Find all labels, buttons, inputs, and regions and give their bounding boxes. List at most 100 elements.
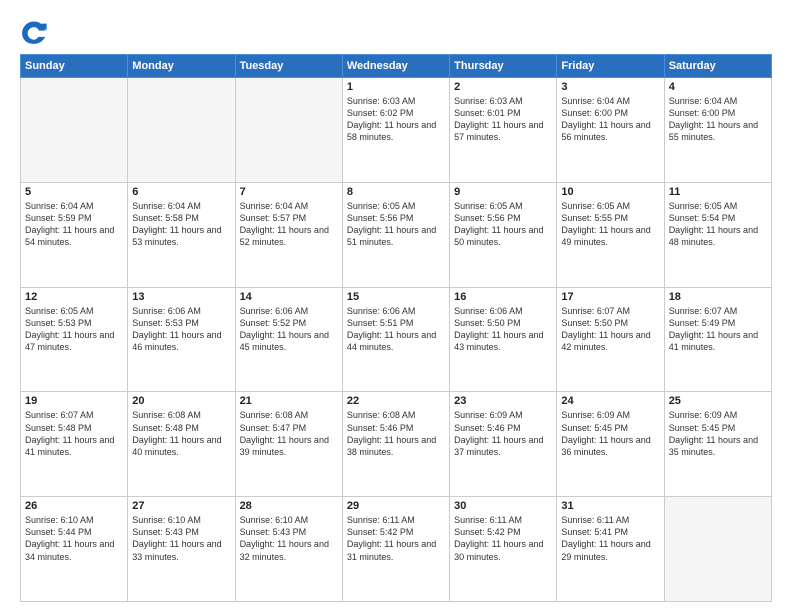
cell-info: Sunrise: 6:05 AMSunset: 5:55 PMDaylight:… xyxy=(561,200,659,249)
calendar-header-sunday: Sunday xyxy=(21,55,128,78)
calendar-cell: 24 Sunrise: 6:09 AMSunset: 5:45 PMDayligh… xyxy=(557,392,664,497)
calendar-cell: 27 Sunrise: 6:10 AMSunset: 5:43 PMDayligh… xyxy=(128,497,235,602)
calendar-cell: 23Sunrise: 6:09 AMSunset: 5:46 PMDayligh… xyxy=(450,392,557,497)
day-number: 25 xyxy=(669,395,767,407)
calendar-cell: 6 Sunrise: 6:04 AMSunset: 5:58 PMDaylight… xyxy=(128,182,235,287)
calendar-header-saturday: Saturday xyxy=(664,55,771,78)
cell-info: Sunrise: 6:05 AMSunset: 5:54 PMDaylight:… xyxy=(669,200,767,249)
day-number: 30 xyxy=(454,500,552,512)
calendar-week-3: 19 Sunrise: 6:07 AMSunset: 5:48 PMDayligh… xyxy=(21,392,772,497)
calendar-cell xyxy=(21,78,128,183)
day-number: 22 xyxy=(347,395,445,407)
calendar-cell: 22 Sunrise: 6:08 AMSunset: 5:46 PMDayligh… xyxy=(342,392,449,497)
cell-info: Sunrise: 6:08 AMSunset: 5:47 PMDaylight:… xyxy=(240,409,338,458)
calendar-cell: 3 Sunrise: 6:04 AMSunset: 6:00 PMDaylight… xyxy=(557,78,664,183)
calendar-cell: 7 Sunrise: 6:04 AMSunset: 5:57 PMDaylight… xyxy=(235,182,342,287)
day-number: 15 xyxy=(347,291,445,303)
cell-info: Sunrise: 6:05 AMSunset: 5:56 PMDaylight:… xyxy=(347,200,445,249)
calendar-week-1: 5Sunrise: 6:04 AMSunset: 5:59 PMDaylight… xyxy=(21,182,772,287)
calendar-week-2: 12 Sunrise: 6:05 AMSunset: 5:53 PMDayligh… xyxy=(21,287,772,392)
day-number: 29 xyxy=(347,500,445,512)
calendar-cell: 28 Sunrise: 6:10 AMSunset: 5:43 PMDayligh… xyxy=(235,497,342,602)
logo-icon xyxy=(20,18,48,46)
day-number: 1 xyxy=(347,81,445,93)
day-number: 3 xyxy=(561,81,659,93)
cell-info: Sunrise: 6:09 AMSunset: 5:45 PMDaylight:… xyxy=(561,409,659,458)
cell-info: Sunrise: 6:07 AMSunset: 5:49 PMDaylight:… xyxy=(669,305,767,354)
calendar-cell: 4 Sunrise: 6:04 AMSunset: 6:00 PMDaylight… xyxy=(664,78,771,183)
calendar-header-thursday: Thursday xyxy=(450,55,557,78)
day-number: 18 xyxy=(669,291,767,303)
calendar-cell: 18 Sunrise: 6:07 AMSunset: 5:49 PMDayligh… xyxy=(664,287,771,392)
day-number: 7 xyxy=(240,186,338,198)
calendar-header-friday: Friday xyxy=(557,55,664,78)
cell-info: Sunrise: 6:08 AMSunset: 5:46 PMDaylight:… xyxy=(347,409,445,458)
day-number: 10 xyxy=(561,186,659,198)
calendar-cell: 1 Sunrise: 6:03 AMSunset: 6:02 PMDaylight… xyxy=(342,78,449,183)
day-number: 4 xyxy=(669,81,767,93)
calendar-cell: 5Sunrise: 6:04 AMSunset: 5:59 PMDaylight… xyxy=(21,182,128,287)
calendar-cell: 31 Sunrise: 6:11 AMSunset: 5:41 PMDayligh… xyxy=(557,497,664,602)
day-number: 5 xyxy=(25,186,123,198)
day-number: 11 xyxy=(669,186,767,198)
cell-info: Sunrise: 6:05 AMSunset: 5:53 PMDaylight:… xyxy=(25,305,123,354)
calendar-cell: 29Sunrise: 6:11 AMSunset: 5:42 PMDayligh… xyxy=(342,497,449,602)
calendar-cell xyxy=(664,497,771,602)
day-number: 12 xyxy=(25,291,123,303)
day-number: 8 xyxy=(347,186,445,198)
calendar-cell: 26 Sunrise: 6:10 AMSunset: 5:44 PMDayligh… xyxy=(21,497,128,602)
calendar-cell: 13Sunrise: 6:06 AMSunset: 5:53 PMDayligh… xyxy=(128,287,235,392)
cell-info: Sunrise: 6:04 AMSunset: 5:58 PMDaylight:… xyxy=(132,200,230,249)
calendar-cell: 14Sunrise: 6:06 AMSunset: 5:52 PMDayligh… xyxy=(235,287,342,392)
cell-info: Sunrise: 6:04 AMSunset: 5:57 PMDaylight:… xyxy=(240,200,338,249)
cell-info: Sunrise: 6:05 AMSunset: 5:56 PMDaylight:… xyxy=(454,200,552,249)
cell-info: Sunrise: 6:10 AMSunset: 5:43 PMDaylight:… xyxy=(132,514,230,563)
day-number: 2 xyxy=(454,81,552,93)
day-number: 17 xyxy=(561,291,659,303)
calendar-cell xyxy=(235,78,342,183)
day-number: 26 xyxy=(25,500,123,512)
calendar-cell: 25 Sunrise: 6:09 AMSunset: 5:45 PMDayligh… xyxy=(664,392,771,497)
calendar-cell: 2Sunrise: 6:03 AMSunset: 6:01 PMDaylight… xyxy=(450,78,557,183)
cell-info: Sunrise: 6:07 AMSunset: 5:50 PMDaylight:… xyxy=(561,305,659,354)
day-number: 20 xyxy=(132,395,230,407)
day-number: 24 xyxy=(561,395,659,407)
calendar-cell: 21 Sunrise: 6:08 AMSunset: 5:47 PMDayligh… xyxy=(235,392,342,497)
cell-info: Sunrise: 6:11 AMSunset: 5:41 PMDaylight:… xyxy=(561,514,659,563)
day-number: 14 xyxy=(240,291,338,303)
calendar-header-tuesday: Tuesday xyxy=(235,55,342,78)
day-number: 27 xyxy=(132,500,230,512)
calendar-header-wednesday: Wednesday xyxy=(342,55,449,78)
cell-info: Sunrise: 6:04 AMSunset: 6:00 PMDaylight:… xyxy=(561,95,659,144)
day-number: 19 xyxy=(25,395,123,407)
cell-info: Sunrise: 6:10 AMSunset: 5:43 PMDaylight:… xyxy=(240,514,338,563)
calendar-cell: 8 Sunrise: 6:05 AMSunset: 5:56 PMDaylight… xyxy=(342,182,449,287)
cell-info: Sunrise: 6:03 AMSunset: 6:02 PMDaylight:… xyxy=(347,95,445,144)
calendar-week-4: 26 Sunrise: 6:10 AMSunset: 5:44 PMDayligh… xyxy=(21,497,772,602)
cell-info: Sunrise: 6:10 AMSunset: 5:44 PMDaylight:… xyxy=(25,514,123,563)
day-number: 16 xyxy=(454,291,552,303)
day-number: 21 xyxy=(240,395,338,407)
calendar-cell: 17 Sunrise: 6:07 AMSunset: 5:50 PMDayligh… xyxy=(557,287,664,392)
cell-info: Sunrise: 6:09 AMSunset: 5:45 PMDaylight:… xyxy=(669,409,767,458)
header xyxy=(20,18,772,46)
cell-info: Sunrise: 6:07 AMSunset: 5:48 PMDaylight:… xyxy=(25,409,123,458)
cell-info: Sunrise: 6:04 AMSunset: 6:00 PMDaylight:… xyxy=(669,95,767,144)
logo xyxy=(20,18,54,46)
day-number: 13 xyxy=(132,291,230,303)
page: SundayMondayTuesdayWednesdayThursdayFrid… xyxy=(0,0,792,612)
day-number: 31 xyxy=(561,500,659,512)
cell-info: Sunrise: 6:09 AMSunset: 5:46 PMDaylight:… xyxy=(454,409,552,458)
calendar-header-monday: Monday xyxy=(128,55,235,78)
calendar-cell: 12 Sunrise: 6:05 AMSunset: 5:53 PMDayligh… xyxy=(21,287,128,392)
calendar-cell: 30 Sunrise: 6:11 AMSunset: 5:42 PMDayligh… xyxy=(450,497,557,602)
calendar-cell: 11 Sunrise: 6:05 AMSunset: 5:54 PMDayligh… xyxy=(664,182,771,287)
cell-info: Sunrise: 6:11 AMSunset: 5:42 PMDaylight:… xyxy=(454,514,552,563)
cell-info: Sunrise: 6:06 AMSunset: 5:51 PMDaylight:… xyxy=(347,305,445,354)
day-number: 6 xyxy=(132,186,230,198)
calendar-table: SundayMondayTuesdayWednesdayThursdayFrid… xyxy=(20,54,772,602)
calendar-cell: 15 Sunrise: 6:06 AMSunset: 5:51 PMDayligh… xyxy=(342,287,449,392)
calendar-cell: 10 Sunrise: 6:05 AMSunset: 5:55 PMDayligh… xyxy=(557,182,664,287)
calendar-cell: 9Sunrise: 6:05 AMSunset: 5:56 PMDaylight… xyxy=(450,182,557,287)
day-number: 28 xyxy=(240,500,338,512)
